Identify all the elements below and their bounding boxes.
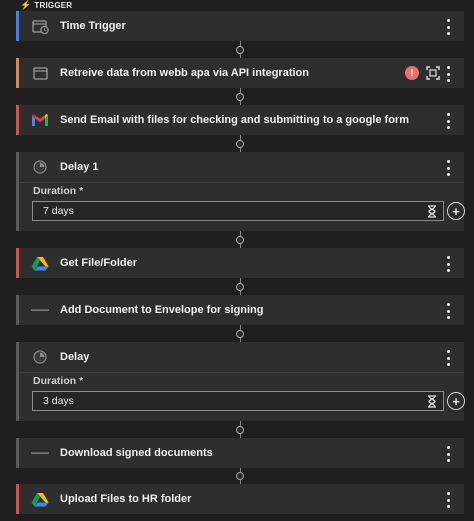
divider [19,182,464,183]
step-card-upload-files[interactable]: Upload Files to HR folder [16,484,464,514]
hourglass-icon[interactable] [427,205,437,218]
more-options-icon[interactable] [444,303,452,319]
duration-input[interactable]: 3 days [32,391,444,411]
trigger-label-text: TRIGGER [34,1,73,10]
trigger-section-label: ⚡ TRIGGER [20,0,72,11]
hourglass-icon[interactable] [427,395,437,408]
add-circle-icon[interactable]: + [447,392,465,410]
gmail-icon [31,112,49,128]
step-connector [235,278,245,295]
step-card-delay-1[interactable]: Delay 1 Duration * 7 days + [16,152,465,231]
step-connector [235,41,245,58]
step-card-download-signed[interactable]: Download signed documents [16,438,464,468]
step-title: Add Document to Envelope for signing [60,304,264,316]
more-options-icon[interactable] [444,19,452,35]
step-title: Send Email with files for checking and s… [60,114,409,126]
step-card-add-document[interactable]: Add Document to Envelope for signing [16,295,464,325]
more-options-icon[interactable] [444,350,452,366]
step-card-get-file[interactable]: Get File/Folder [16,248,464,278]
step-connector [235,468,245,484]
duration-value: 3 days [43,395,74,407]
step-title: Download signed documents [60,447,213,459]
step-title: Upload Files to HR folder [60,493,192,505]
more-options-icon[interactable] [444,446,452,462]
step-card-retrieve-data[interactable]: Retreive data from webb apa via API inte… [16,58,464,88]
step-connector [235,135,245,152]
clock-icon [31,349,49,365]
step-title: Retreive data from webb apa via API inte… [60,67,309,79]
step-title: Get File/Folder [60,257,138,269]
more-options-icon[interactable] [444,160,452,176]
add-circle-icon[interactable]: + [447,202,465,220]
divider [19,372,464,373]
docusign-logo-icon [31,302,49,318]
step-connector [235,231,245,248]
step-title: Delay 1 [60,161,99,173]
step-connector [235,88,245,105]
clock-icon [31,159,49,175]
browser-window-icon [31,65,49,81]
calendar-clock-icon [31,18,49,34]
duration-value: 7 days [43,205,74,217]
docusign-logo-icon [31,445,49,461]
duration-label: Duration * [33,375,84,387]
step-card-time-trigger[interactable]: Time Trigger [16,11,464,41]
more-options-icon[interactable] [444,113,452,129]
step-card-delay-2[interactable]: Delay Duration * 3 days + [16,342,465,421]
step-title: Delay [60,351,90,363]
step-connector [235,325,245,342]
duration-label: Duration * [33,185,84,197]
step-title: Time Trigger [60,20,126,32]
step-card-send-email[interactable]: Send Email with files for checking and s… [16,105,464,135]
more-options-icon[interactable] [444,492,452,508]
google-drive-icon [31,491,49,507]
duration-input[interactable]: 7 days [32,201,444,221]
step-connector [235,421,245,438]
more-options-icon[interactable] [444,256,452,272]
google-drive-icon [31,255,49,271]
error-badge[interactable]: ! [405,66,419,80]
more-options-icon[interactable] [444,66,452,82]
lightning-icon: ⚡ [20,0,32,10]
scan-icon[interactable] [426,66,440,80]
